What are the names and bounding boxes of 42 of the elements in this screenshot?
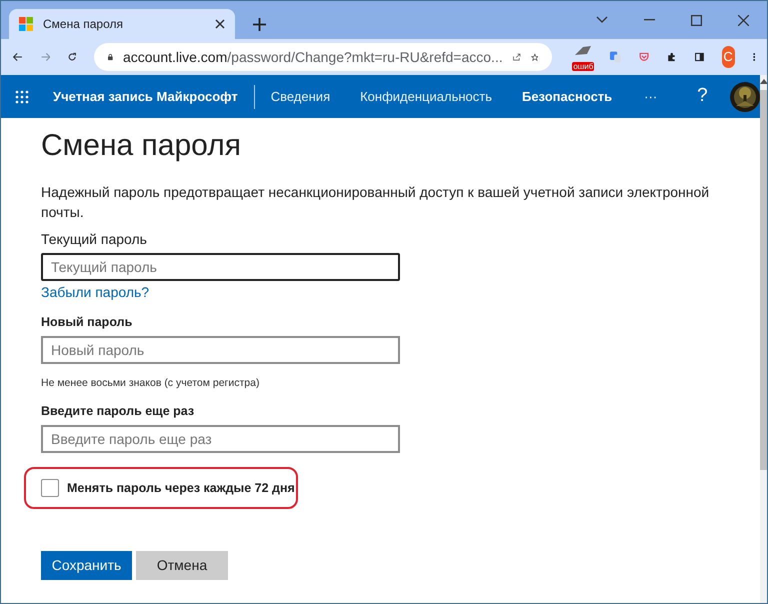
back-arrow-icon[interactable] [13,50,22,64]
scroll-up-icon[interactable] [760,79,767,84]
side-panel-icon[interactable] [694,50,704,64]
url-text: account.live.com/password/Change?mkt=ru-RU&refd=acco... [122,48,503,67]
browser-tab[interactable]: Смена пароля [9,9,235,39]
intro-text: Надежный пароль предотвращает несанкционированный доступ к вашей учетной записи электронной почты. [41,183,710,222]
nav-link[interactable]: Конфиденциальность [360,86,492,106]
password-field[interactable]: Новый пароль [41,336,400,364]
menu-icon[interactable] [752,50,755,64]
profile-avatar[interactable]: C [722,46,735,68]
help-button[interactable]: ? [697,82,708,111]
chevron-down-icon[interactable] [596,16,608,24]
field-label: Введите пароль еще раз [41,403,196,420]
forgot-password-link[interactable]: Забыли пароль? [41,283,740,301]
close-icon[interactable] [738,14,749,26]
page-title: Смена пароля [41,128,242,164]
new-tab-icon[interactable] [253,18,266,31]
cancel-button[interactable]: Отмена [136,551,228,580]
lock-icon [108,51,113,63]
maximize-icon[interactable] [691,14,702,26]
more-button[interactable]: ··· [644,86,658,106]
save-button[interactable]: Сохранить [41,551,132,580]
field-label: Текущий пароль [41,230,148,248]
app-launcher-icon[interactable] [15,90,29,104]
extension-button[interactable]: ошиб [574,45,592,69]
extension-badge: ошиб [572,62,594,71]
close-icon[interactable] [215,19,225,29]
field-label: Новый пароль [41,314,134,331]
password-field[interactable]: Текущий пароль [41,253,400,281]
nav-link[interactable]: Безопасность [522,86,612,106]
windows-logo-icon [19,17,33,31]
tab-title: Смена пароля [43,16,124,33]
minimize-icon[interactable] [644,19,655,21]
checkbox-label: Менять пароль через каждые 72 дня [67,480,295,497]
address-bar[interactable]: account.live.com/password/Change?mkt=ru-RU&refd=acco... [94,43,552,71]
scrollbar[interactable] [760,75,767,603]
checkbox[interactable] [41,479,59,497]
hint-text: Не менее восьми знаков (с учетом регистра) [41,376,260,390]
nav-link[interactable]: Сведения [270,86,330,106]
brand-title[interactable]: Учетная запись Майкрософт [53,86,238,106]
extension-icon [574,45,592,57]
password-field[interactable]: Введите пароль еще раз [41,425,400,453]
